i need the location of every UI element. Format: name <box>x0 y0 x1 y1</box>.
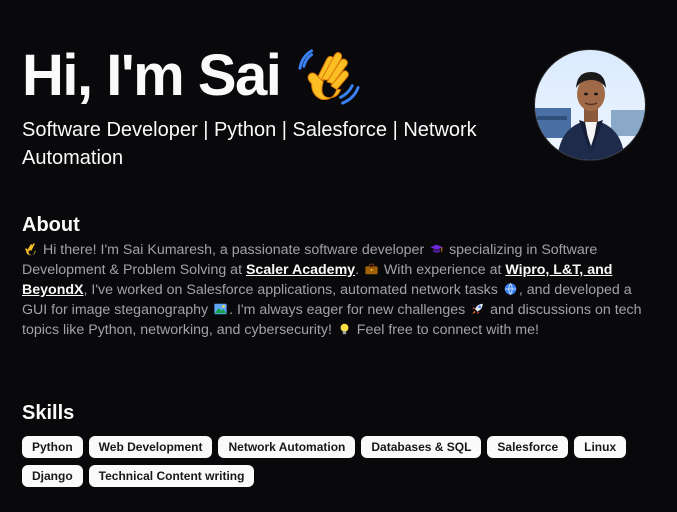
portfolio-page: Hi, I'm Sai Software Developer | Python … <box>0 0 677 512</box>
briefcase-icon <box>365 263 378 275</box>
globe-icon <box>504 283 516 295</box>
scaler-academy-link[interactable]: Scaler Academy <box>246 262 355 278</box>
about-section: About Hi there! I'm Sai Kumaresh, a pass… <box>22 212 642 340</box>
skill-chip[interactable]: Salesforce <box>487 436 569 458</box>
about-heading: About <box>22 214 80 236</box>
graduation-cap-icon <box>430 244 443 253</box>
lightbulb-icon <box>340 323 349 335</box>
rocket-icon <box>472 303 483 315</box>
skill-chip[interactable]: Django <box>22 465 83 487</box>
skill-chip[interactable]: Web Development <box>88 436 213 458</box>
skill-chip[interactable]: Linux <box>574 436 627 458</box>
page-title: Hi, I'm Sai <box>22 42 522 110</box>
waving-hand-icon <box>298 49 360 105</box>
greeting-text: Hi, I'm Sai <box>22 43 282 108</box>
skill-chip[interactable]: Technical Content writing <box>88 465 255 487</box>
skills-heading: Skills <box>22 402 75 424</box>
skill-chip[interactable]: Databases & SQL <box>361 436 482 458</box>
profile-photo <box>535 50 645 160</box>
hero-section: Hi, I'm Sai Software Developer | Python … <box>22 42 522 172</box>
skills-list: Python Web Development Network Automatio… <box>22 436 652 487</box>
subtitle: Software Developer | Python | Salesforce… <box>22 119 477 169</box>
avatar <box>534 49 646 161</box>
waving-hand-icon <box>25 243 36 256</box>
skill-chip[interactable]: Network Automation <box>218 436 356 458</box>
about-paragraph: Hi there! I'm Sai Kumaresh, a passionate… <box>22 242 642 338</box>
skills-section: Skills Python Web Development Network Au… <box>22 400 662 487</box>
skill-chip[interactable]: Python <box>22 436 83 458</box>
picture-icon <box>214 303 227 315</box>
